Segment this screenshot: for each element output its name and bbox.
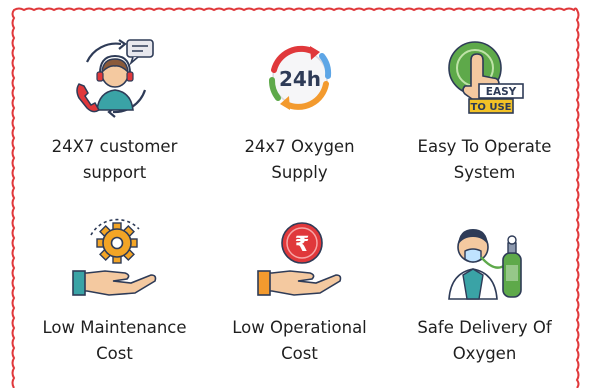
feature-card-safe-delivery: Safe Delivery Of Oxygen [392,195,577,376]
feature-label: Easy To Operate System [417,137,552,182]
feature-label: Low Maintenance Cost [42,318,187,363]
feature-label: Safe Delivery Of Oxygen [417,318,552,363]
features-grid: 24X7 customer support 24h 24x7 Oxygen Su… [22,14,577,386]
feature-label: 24x7 Oxygen Supply [244,137,355,182]
feature-card-low-maintenance: Low Maintenance Cost [22,195,207,376]
rupee-coin-hand-icon: ₹ [256,222,341,296]
rupee-symbol: ₹ [294,232,309,256]
feature-card-customer-support: 24X7 customer support [22,14,207,195]
24h-badge: 24h [278,67,320,91]
feature-card-low-operational-cost: ₹ Low Operational Cost [207,195,392,376]
feature-label: 24X7 customer support [51,137,178,182]
feature-card-oxygen-supply: 24h 24x7 Oxygen Supply [207,14,392,195]
24h-oxygen-supply-icon: 24h [268,45,331,110]
gear-hand-maintenance-icon [71,218,156,296]
feature-label: Low Operational Cost [232,318,367,363]
easy-to-use-hand-icon: EASY TO USE [447,41,524,114]
patient-oxygen-mask-icon [447,229,522,300]
feature-card-easy-to-operate: EASY TO USE Easy To Operate System [392,14,577,195]
to-use-badge: TO USE [470,102,511,113]
customer-support-headset-icon [75,39,154,118]
easy-badge: EASY [485,86,516,98]
